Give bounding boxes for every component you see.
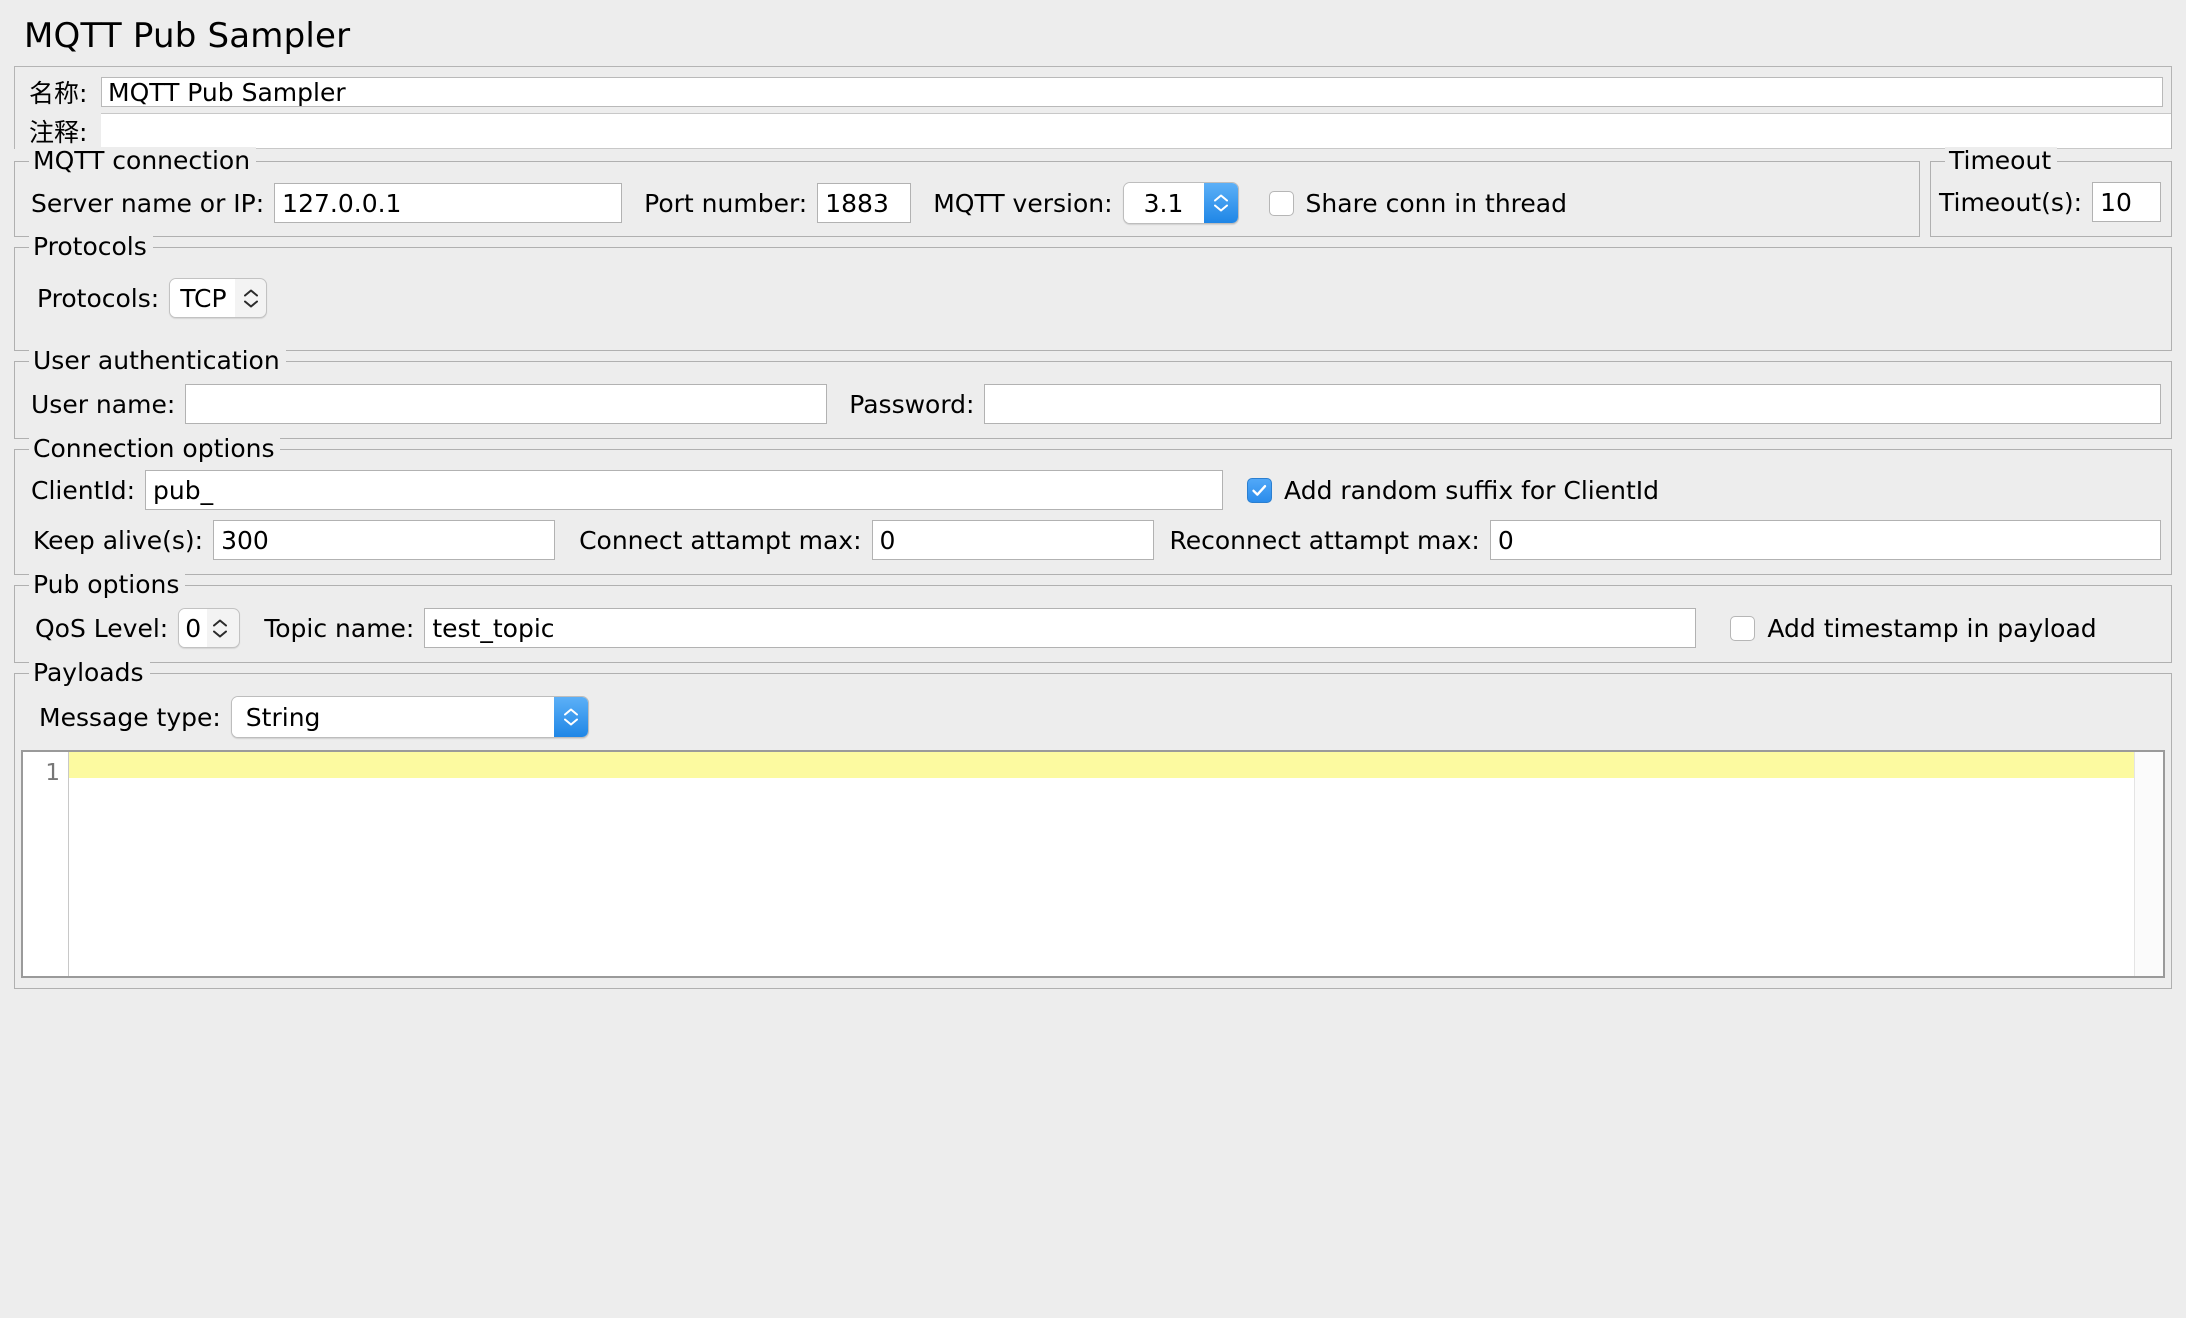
comment-row: 注释:: [15, 113, 2171, 149]
name-label: 名称:: [15, 74, 101, 110]
sampler-meta-block: 名称: MQTT Pub Sampler 注释:: [14, 66, 2172, 149]
random-suffix-checkbox[interactable]: Add random suffix for ClientId: [1223, 476, 1659, 505]
random-suffix-checkbox-box[interactable]: [1247, 478, 1272, 503]
page-title: MQTT Pub Sampler: [10, 8, 2176, 66]
add-timestamp-checkbox[interactable]: Add timestamp in payload: [1696, 614, 2096, 643]
server-input[interactable]: 127.0.0.1: [274, 183, 622, 223]
share-conn-label: Share conn in thread: [1306, 189, 1567, 218]
password-label: Password:: [827, 390, 984, 419]
timeout-group: Timeout Timeout(s): 10: [1930, 161, 2172, 237]
reconnect-attempt-input[interactable]: 0: [1490, 520, 2161, 560]
share-conn-checkbox-box[interactable]: [1269, 191, 1294, 216]
comment-label: 注释:: [15, 113, 101, 149]
protocols-group: Protocols Protocols: TCP: [14, 247, 2172, 351]
message-type-stepper[interactable]: [554, 697, 588, 737]
chevron-down-icon: [564, 718, 578, 726]
add-timestamp-label: Add timestamp in payload: [1767, 614, 2096, 643]
name-input[interactable]: MQTT Pub Sampler: [101, 77, 2163, 107]
timeout-label: Timeout(s):: [1939, 188, 2092, 217]
connect-attempt-label: Connect attampt max:: [555, 526, 871, 555]
editor-line-number: 1: [45, 760, 60, 786]
protocols-label: Protocols:: [25, 284, 169, 313]
keep-alive-input[interactable]: 300: [213, 520, 555, 560]
port-input[interactable]: 1883: [817, 183, 911, 223]
editor-current-line-highlight: [69, 752, 2135, 778]
share-conn-checkbox[interactable]: Share conn in thread: [1239, 189, 1567, 218]
mqtt-version-value: 3.1: [1124, 183, 1204, 223]
mqtt-version-label: MQTT version:: [911, 189, 1122, 218]
qos-level-spinner[interactable]: 0: [178, 608, 240, 648]
topic-name-label: Topic name:: [240, 614, 424, 643]
message-type-combo[interactable]: String: [231, 696, 589, 738]
mqtt-connection-legend: MQTT connection: [29, 147, 256, 175]
editor-right-margin-strip[interactable]: [2134, 752, 2163, 976]
server-label: Server name or IP:: [25, 189, 274, 218]
client-id-input[interactable]: pub_: [145, 470, 1223, 510]
connection-timeout-row: MQTT connection Server name or IP: 127.0…: [10, 151, 2176, 237]
pub-options-legend: Pub options: [29, 571, 185, 599]
topic-name-input[interactable]: test_topic: [424, 608, 1696, 648]
timeout-input[interactable]: 10: [2092, 182, 2161, 222]
mqtt-pub-sampler-window: MQTT Pub Sampler 名称: MQTT Pub Sampler 注释…: [0, 0, 2186, 1318]
editor-line-number-gutter: 1: [23, 752, 69, 976]
mqtt-version-stepper[interactable]: [1204, 183, 1238, 223]
protocols-value: TCP: [169, 278, 235, 318]
chevron-down-icon: [244, 300, 258, 308]
timeout-legend: Timeout: [1945, 147, 2057, 175]
connection-options-legend: Connection options: [29, 435, 280, 463]
user-authentication-group: User authentication User name: Password:: [14, 361, 2172, 439]
add-timestamp-checkbox-box[interactable]: [1730, 616, 1755, 641]
chevron-up-icon: [213, 619, 227, 627]
mqtt-connection-group: MQTT connection Server name or IP: 127.0…: [14, 161, 1920, 237]
message-type-label: Message type:: [25, 703, 231, 732]
comment-input[interactable]: [101, 113, 2171, 149]
chevron-up-icon: [244, 289, 258, 297]
connection-options-group: Connection options ClientId: pub_ Add ra…: [14, 449, 2172, 575]
protocols-stepper[interactable]: [235, 279, 266, 317]
qos-level-value: 0: [178, 608, 207, 648]
message-type-value: String: [232, 697, 554, 737]
protocols-legend: Protocols: [29, 233, 153, 261]
chevron-down-icon: [213, 630, 227, 638]
payloads-legend: Payloads: [29, 659, 150, 687]
checkmark-icon: [1250, 481, 1269, 500]
qos-level-stepper[interactable]: [207, 609, 233, 647]
qos-level-label: QoS Level:: [25, 614, 178, 643]
protocols-combo[interactable]: TCP: [169, 278, 267, 318]
chevron-down-icon: [1214, 204, 1228, 212]
pub-options-group: Pub options QoS Level: 0 Topic name: tes…: [14, 585, 2172, 663]
user-name-label: User name:: [25, 390, 185, 419]
name-row: 名称: MQTT Pub Sampler: [15, 67, 2171, 113]
reconnect-attempt-label: Reconnect attampt max:: [1154, 526, 1490, 555]
client-id-label: ClientId:: [25, 476, 145, 505]
payload-editor[interactable]: 1: [21, 750, 2165, 978]
keep-alive-label: Keep alive(s):: [25, 526, 213, 555]
user-name-input[interactable]: [185, 384, 827, 424]
connect-attempt-input[interactable]: 0: [872, 520, 1154, 560]
payloads-group: Payloads Message type: String 1: [14, 673, 2172, 989]
user-authentication-legend: User authentication: [29, 347, 286, 375]
password-input[interactable]: [984, 384, 2161, 424]
random-suffix-label: Add random suffix for ClientId: [1284, 476, 1659, 505]
editor-text-area[interactable]: [69, 752, 2163, 976]
mqtt-version-combo[interactable]: 3.1: [1123, 182, 1239, 224]
chevron-up-icon: [564, 708, 578, 716]
port-label: Port number:: [622, 189, 817, 218]
chevron-up-icon: [1214, 194, 1228, 202]
